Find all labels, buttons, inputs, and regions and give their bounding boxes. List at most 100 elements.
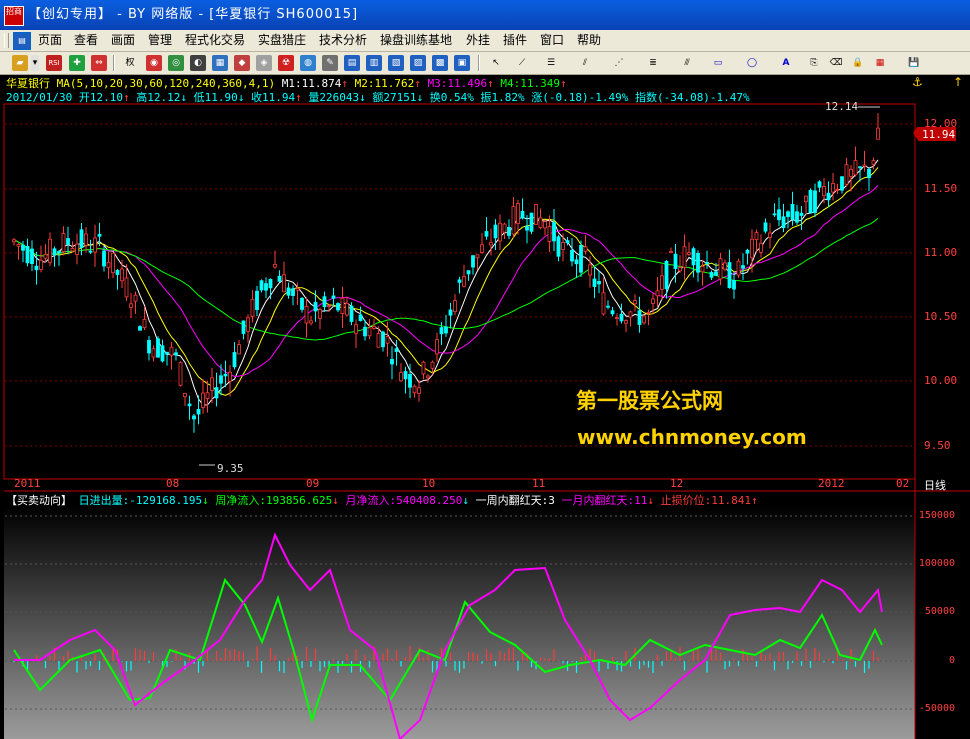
monthly-flow: 月净流入:540408.250 — [345, 494, 463, 507]
candle-body — [412, 385, 417, 394]
candle-body — [556, 236, 561, 257]
candle-body — [421, 361, 426, 375]
candle-body — [25, 245, 30, 264]
candle-body — [840, 176, 844, 191]
close-price: 收11.94 — [250, 91, 296, 104]
candle-body — [858, 166, 862, 169]
candle-body — [759, 242, 763, 253]
chart-canvas[interactable]: 11.94 12.14 9.35 ⚓ ↑ — [0, 0, 970, 739]
price-tick: 11.50 — [924, 182, 958, 195]
candle-body — [525, 226, 529, 231]
weekly-flow: 周净流入:193856.625 — [215, 494, 333, 507]
candle-body — [777, 209, 781, 221]
candle-body — [849, 168, 853, 177]
candle-body — [138, 326, 142, 331]
candle-body — [633, 300, 637, 305]
date-tick: 2011 — [14, 477, 41, 490]
candle-body — [867, 168, 871, 179]
price-tick: 10.50 — [924, 310, 958, 323]
candle-body — [408, 374, 412, 388]
candle-body — [93, 237, 97, 253]
indicator-tick: 0 — [948, 655, 955, 666]
candle-body — [66, 238, 70, 245]
candle-body — [565, 240, 570, 244]
candle-body — [835, 189, 840, 191]
candle-body — [205, 392, 210, 399]
candle-body — [619, 313, 624, 322]
indicator-tick: 150000 — [918, 510, 955, 521]
index-change: 指数(-34.08)-1.47% — [634, 91, 750, 104]
candle-body — [174, 352, 178, 356]
low-annotation: 9.35 — [217, 462, 244, 475]
candle-body — [498, 222, 502, 242]
date-tick: 09 — [306, 477, 320, 490]
candle-body — [511, 206, 516, 235]
candle-body — [588, 264, 592, 276]
date-tick: 10 — [422, 477, 436, 490]
candle-body — [561, 242, 565, 251]
candle-body — [156, 338, 160, 358]
candle-body — [390, 358, 394, 365]
candle-body — [309, 320, 313, 324]
candle-body — [403, 371, 408, 380]
candle-body — [826, 192, 831, 201]
candle-body — [277, 275, 282, 282]
candle-body — [660, 275, 664, 290]
candle-body — [696, 252, 700, 273]
candle-body — [664, 260, 669, 290]
candle-body — [529, 212, 534, 232]
candle-body — [291, 288, 295, 296]
candle-body — [381, 331, 385, 348]
candle-body — [295, 288, 300, 291]
indicator-name[interactable]: 【买卖动向】 — [6, 494, 72, 507]
candle-body — [781, 216, 786, 229]
candle-body — [862, 164, 867, 167]
open-price: 开12.10 — [78, 91, 123, 104]
candle-body — [817, 181, 822, 188]
candle-body — [111, 252, 115, 274]
week-red-days: 一周内翻红天:3 — [475, 494, 555, 507]
candle-body — [286, 287, 291, 296]
candle-body — [300, 297, 304, 310]
candle-body — [376, 333, 381, 348]
candle-body — [273, 263, 277, 268]
stock-info-panel: 华夏银行 MA(5,10,20,30,60,120,240,360,4,1) M… — [6, 77, 750, 104]
candle-body — [268, 278, 273, 289]
candle-body — [372, 325, 376, 329]
candle-body — [394, 348, 399, 352]
candle-body — [79, 229, 84, 248]
candle-body — [637, 310, 642, 325]
candle-body — [480, 244, 484, 253]
low-price: 低11.90 — [193, 91, 238, 104]
candle-body — [12, 239, 16, 243]
candle-body — [21, 244, 25, 251]
candle-body — [624, 320, 628, 324]
candle-body — [255, 290, 259, 310]
candle-body — [237, 344, 241, 355]
candle-body — [538, 217, 543, 228]
indicator-header: 【买卖动向】 日进出量:-129168.195↓ 周净流入:193856.625… — [6, 494, 758, 507]
candle-body — [790, 204, 795, 220]
candle-body — [457, 279, 462, 283]
candle-body — [367, 327, 372, 337]
candle-body — [57, 251, 61, 253]
candle-body — [43, 254, 48, 259]
candle-body — [444, 326, 448, 334]
candle-body — [264, 283, 268, 291]
candle-body — [210, 377, 214, 391]
period-label[interactable]: 日线 — [924, 477, 946, 493]
candle-body — [853, 160, 858, 176]
candle-body — [97, 234, 102, 237]
candle-body — [592, 278, 597, 287]
candle-body — [228, 371, 232, 382]
candle-body — [745, 249, 750, 254]
date-tick: 11 — [532, 477, 546, 490]
candle-body — [214, 387, 219, 399]
candle-body — [246, 317, 250, 332]
candle-body — [772, 213, 777, 216]
candle-body — [426, 375, 430, 379]
candle-body — [646, 312, 651, 314]
candle-body — [610, 310, 615, 315]
candle-body — [642, 315, 646, 324]
candle-body — [106, 261, 111, 268]
